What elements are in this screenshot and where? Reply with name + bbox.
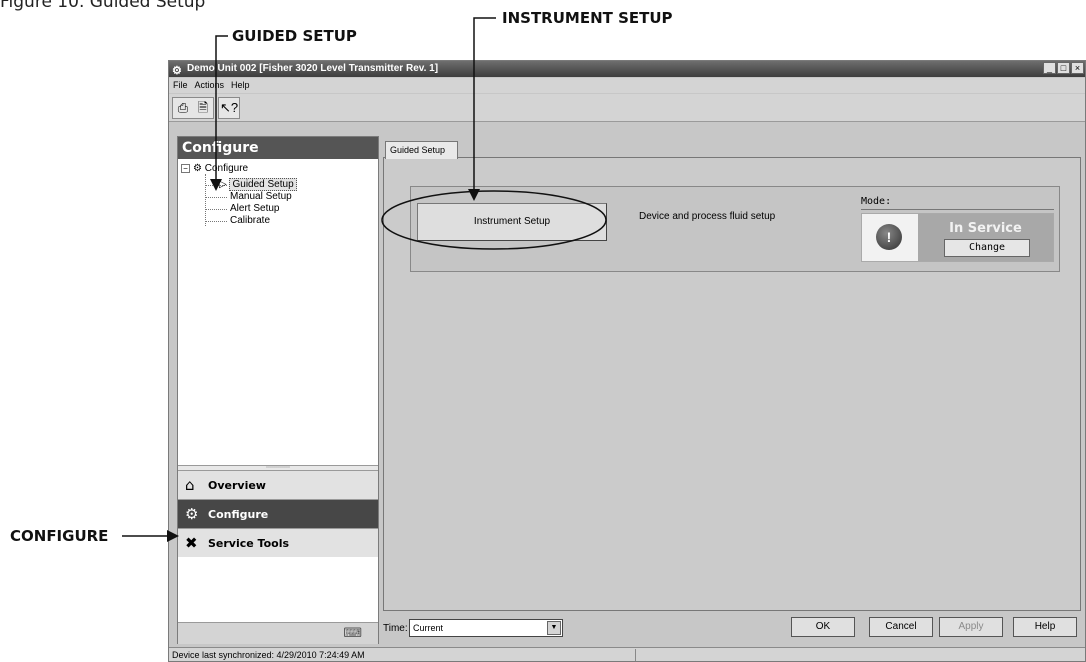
nav-footer: ⌨: [178, 622, 378, 644]
mode-status: In Service: [949, 221, 1022, 236]
ok-button[interactable]: OK: [791, 617, 855, 637]
nav-overview[interactable]: ⌂ Overview: [178, 470, 378, 499]
tree-node-manual-setup[interactable]: Manual Setup: [230, 191, 292, 203]
tab-content: Instrument Setup Device and process flui…: [383, 157, 1081, 611]
tree-node-configure[interactable]: ⚙ Configure: [193, 163, 248, 175]
app-icon: ⚙: [172, 65, 182, 77]
time-value: Current: [413, 623, 444, 633]
callout-configure: CONFIGURE: [10, 527, 109, 545]
figure-title: Figure 10. Guided Setup: [0, 0, 206, 12]
panel-header: Configure: [178, 137, 378, 159]
tree-collapse-icon[interactable]: −: [181, 164, 190, 173]
instrument-setup-description: Device and process fluid setup: [639, 211, 776, 222]
tree-connector: [205, 221, 227, 222]
gear-icon: ⚙: [193, 163, 202, 174]
nav-configure[interactable]: ⚙ Configure: [178, 499, 378, 528]
tools-icon: ✖: [185, 534, 198, 552]
tree-connector: [205, 197, 227, 198]
toolbar-group-help: ↖?: [218, 97, 240, 119]
nav-service-tools[interactable]: ✖ Service Tools: [178, 528, 378, 557]
callout-instrument-setup: INSTRUMENT SETUP: [502, 9, 673, 27]
minimize-button[interactable]: _: [1043, 62, 1056, 74]
callout-guided-setup: GUIDED SETUP: [232, 27, 357, 45]
instrument-setup-button[interactable]: Instrument Setup: [417, 203, 607, 241]
tree-node-calibrate[interactable]: Calibrate: [230, 215, 270, 227]
info-icon: !: [876, 224, 902, 250]
tab-guided-setup[interactable]: Guided Setup: [385, 141, 458, 159]
guided-setup-group: Instrument Setup Device and process flui…: [410, 186, 1060, 272]
help-pointer-icon[interactable]: ↖?: [219, 98, 239, 118]
menu-bar: File Actions Help: [169, 78, 1085, 93]
configure-tree: − ⚙ Configure ▷ Guided Setup Manual Setu…: [178, 159, 378, 465]
tree-node-alert-setup[interactable]: Alert Setup: [230, 203, 279, 215]
cancel-button[interactable]: Cancel: [869, 617, 933, 637]
tree-connector: [205, 209, 227, 210]
navigation-panel: Configure − ⚙ Configure ▷ Guided Setup M…: [177, 136, 379, 644]
title-bar: ⚙ Demo Unit 002 [Fisher 3020 Level Trans…: [169, 61, 1085, 77]
menu-actions[interactable]: Actions: [195, 78, 225, 93]
maximize-button[interactable]: □: [1057, 62, 1070, 74]
status-bar: Device last synchronized: 4/29/2010 7:24…: [169, 647, 1085, 661]
mode-icon-area: !: [862, 214, 918, 261]
chevron-down-icon[interactable]: ▼: [547, 621, 561, 635]
window-controls: _ □ ×: [1043, 62, 1084, 74]
close-button[interactable]: ×: [1071, 62, 1084, 74]
time-label: Time:: [383, 623, 408, 634]
print-icon[interactable]: ⎙: [173, 98, 193, 118]
menu-help[interactable]: Help: [231, 78, 250, 93]
mode-panel: ! In Service Change: [861, 213, 1054, 262]
window-title: Demo Unit 002 [Fisher 3020 Level Transmi…: [187, 63, 439, 74]
sync-status: Device last synchronized: 4/29/2010 7:24…: [172, 650, 365, 660]
status-separator: [635, 649, 636, 661]
app-window: ⚙ Demo Unit 002 [Fisher 3020 Level Trans…: [168, 60, 1086, 662]
configure-buttons-icon[interactable]: ⌨: [343, 625, 362, 641]
home-icon: ⌂: [185, 476, 195, 494]
gear-icon: ⚙: [185, 505, 199, 523]
menu-file[interactable]: File: [173, 78, 188, 93]
time-select[interactable]: Current ▼: [409, 619, 563, 637]
toolbar: ⎙ 🗎 ↖?: [169, 94, 1085, 122]
mode-label: Mode:: [861, 196, 892, 207]
toolbar-group: ⎙ 🗎: [172, 97, 214, 119]
mode-divider: [861, 209, 1054, 210]
play-arrow-icon: ▷: [219, 179, 227, 190]
tree-connector: [205, 174, 206, 226]
print-preview-icon[interactable]: 🗎: [193, 98, 213, 118]
tree-node-guided-setup[interactable]: ▷ Guided Setup: [219, 178, 297, 191]
change-mode-button[interactable]: Change: [944, 239, 1030, 257]
apply-button[interactable]: Apply: [939, 617, 1003, 637]
help-button[interactable]: Help: [1013, 617, 1077, 637]
